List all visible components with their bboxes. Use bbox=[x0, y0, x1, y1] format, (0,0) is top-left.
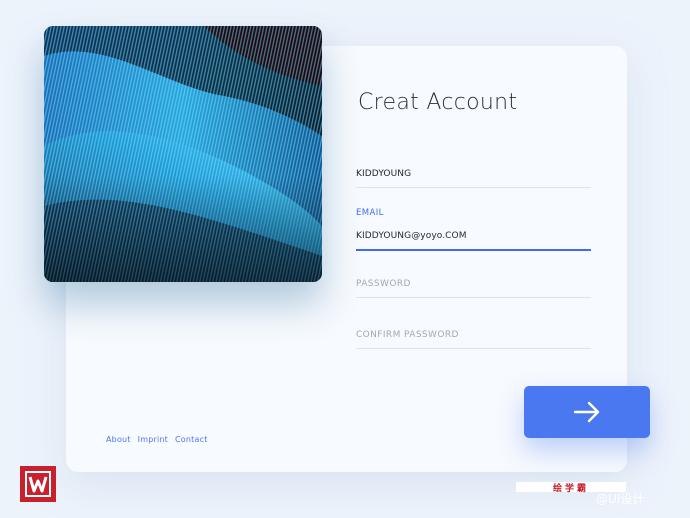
footer-link-contact[interactable]: Contact bbox=[175, 435, 208, 444]
confirm-password-placeholder[interactable]: CONFIRM PASSWORD bbox=[356, 328, 591, 342]
confirm-password-underline bbox=[356, 348, 591, 349]
footer-link-about[interactable]: About bbox=[106, 435, 131, 444]
w-logo-icon bbox=[20, 466, 56, 502]
watermark-badge-text: 绘学霸 bbox=[552, 483, 589, 494]
username-underline bbox=[356, 187, 591, 188]
footer-links: About Imprint Contact bbox=[106, 435, 208, 444]
arrow-right-icon bbox=[573, 401, 600, 423]
hero-image bbox=[44, 26, 322, 282]
email-label: EMAIL bbox=[356, 208, 384, 218]
username-field[interactable]: KIDDYOUNG bbox=[356, 167, 591, 188]
email-field[interactable]: EMAIL KIDDYOUNG@yoyo.COM bbox=[356, 207, 591, 251]
username-value[interactable]: KIDDYOUNG bbox=[356, 167, 591, 181]
password-placeholder[interactable]: PASSWORD bbox=[356, 277, 591, 291]
watermark-weibo: @UI设计 bbox=[596, 492, 645, 506]
email-underline bbox=[356, 249, 591, 251]
confirm-password-field[interactable]: CONFIRM PASSWORD bbox=[356, 328, 591, 349]
footer-link-imprint[interactable]: Imprint bbox=[138, 435, 168, 444]
password-field[interactable]: PASSWORD bbox=[356, 277, 591, 298]
submit-button[interactable] bbox=[524, 386, 650, 438]
page-title: Creat Account bbox=[358, 90, 518, 115]
email-value[interactable]: KIDDYOUNG@yoyo.COM bbox=[356, 229, 591, 243]
password-underline bbox=[356, 297, 591, 298]
